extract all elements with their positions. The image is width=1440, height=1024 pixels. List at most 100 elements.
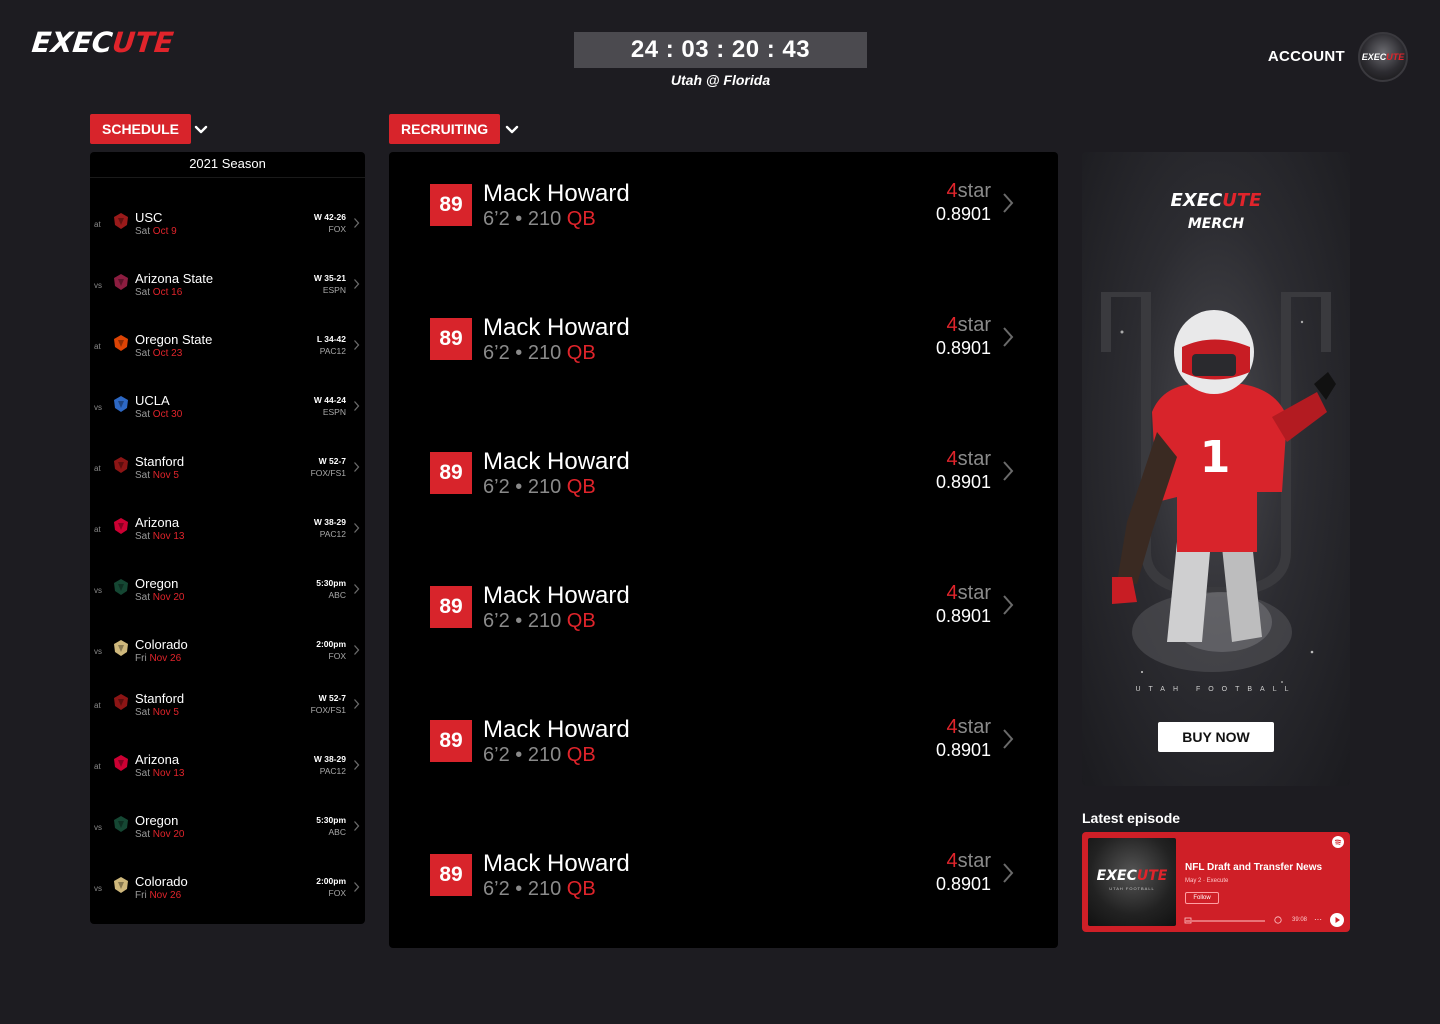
recruit-star-rating: 4star [946,716,991,738]
chevron-right-icon[interactable] [353,644,360,656]
latest-episode-label: Latest episode [1082,810,1181,826]
chevron-right-icon[interactable] [353,881,360,893]
recruit-score-badge: 89 [430,586,472,628]
stanford-icon [114,457,128,473]
chevron-right-icon[interactable] [353,820,360,832]
schedule-game-row[interactable]: vs Colorado Fri Nov 26 2:00pm FOX [90,862,365,916]
chevron-right-icon[interactable] [1002,192,1014,214]
recruit-composite-rating: 0.8901 [935,338,991,358]
download-icon[interactable] [1274,916,1282,924]
merch-ad[interactable]: EXECUTE MERCH 1 UTAH FOOTBALL BUY NOW [1082,152,1350,786]
recruit-star-rating: 4star [946,850,991,872]
schedule-tab-button[interactable]: SCHEDULE [90,114,192,144]
chevron-right-icon[interactable] [353,400,360,412]
schedule-game-row[interactable]: at Arizona Sat Nov 13 W 38-29 PAC12 [90,503,365,557]
recruit-row[interactable]: 89 Mack Howard 6’2 • 210 QB 4star 0.8901 [389,578,1058,638]
recruit-measurables: 6’2 • 210 QB [483,342,596,364]
home-away-label: vs [94,647,102,656]
home-away-label: at [94,342,101,351]
schedule-chevron-down-icon[interactable] [194,122,208,136]
schedule-game-row[interactable]: at Oregon State Sat Oct 23 L 34-42 PAC12 [90,320,365,374]
tv-network: FOX [328,224,346,234]
recruit-row[interactable]: 89 Mack Howard 6’2 • 210 QB 4star 0.8901 [389,176,1058,236]
recruit-composite-rating: 0.8901 [935,472,991,492]
game-date: Fri Nov 26 [135,653,182,664]
chevron-right-icon[interactable] [1002,728,1014,750]
chevron-right-icon[interactable] [353,522,360,534]
recruiting-chevron-down-icon[interactable] [505,122,519,136]
chevron-right-icon[interactable] [1002,460,1014,482]
more-options-icon[interactable]: ··· [1314,915,1322,924]
home-away-label: vs [94,281,102,290]
schedule-game-row[interactable]: at Stanford Sat Nov 5 W 52-7 FOX/FS1 [90,679,365,733]
spotify-icon[interactable] [1332,836,1344,848]
recruit-composite-rating: 0.8901 [935,740,991,760]
opponent-name: Stanford [135,691,185,706]
episode-title: NFL Draft and Transfer News [1185,862,1323,873]
episode-progress-bar[interactable] [1185,920,1265,922]
play-icon[interactable] [1330,913,1344,927]
schedule-game-row[interactable]: vs UCLA Sat Oct 30 W 44-24 ESPN [90,381,365,435]
recruit-name: Mack Howard [483,314,630,341]
recruiting-tab-button[interactable]: RECRUITING [389,114,501,144]
recruit-row[interactable]: 89 Mack Howard 6’2 • 210 QB 4star 0.8901 [389,444,1058,504]
opponent-name: Oregon State [135,332,213,347]
game-date: Sat Nov 20 [135,592,185,603]
schedule-game-row[interactable]: vs Arizona State Sat Oct 16 W 35-21 ESPN [90,259,365,313]
recruit-name: Mack Howard [483,582,630,609]
episode-subtitle: May 2 · Execute [1185,878,1229,884]
recruit-row[interactable]: 89 Mack Howard 6’2 • 210 QB 4star 0.8901 [389,712,1058,772]
avatar[interactable]: EXECUTE [1358,32,1408,82]
recruit-measurables: 6’2 • 210 QB [483,878,596,900]
tv-network: ESPN [322,407,346,417]
buy-now-button[interactable]: BUY NOW [1158,722,1274,752]
schedule-game-row[interactable]: at USC Sat Oct 9 W 42-26 FOX [90,198,365,252]
podcast-episode-card[interactable]: EXECUTE UTAH FOOTBALL NFL Draft and Tran… [1082,832,1350,932]
game-date: Sat Nov 5 [135,470,179,481]
follow-button[interactable]: Follow [1185,892,1219,904]
account-link[interactable]: ACCOUNT [1268,48,1345,65]
colorado-icon [114,640,128,656]
chevron-right-icon[interactable] [353,583,360,595]
chevron-right-icon[interactable] [353,278,360,290]
colorado-icon [114,877,128,893]
execute-logo[interactable]: EXECUTE [30,26,175,59]
chevron-right-icon[interactable] [1002,862,1014,884]
home-away-label: vs [94,884,102,893]
chevron-right-icon[interactable] [353,339,360,351]
recruit-row[interactable]: 89 Mack Howard 6’2 • 210 QB 4star 0.8901 [389,310,1058,370]
recruit-name: Mack Howard [483,180,630,207]
chevron-right-icon[interactable] [353,759,360,771]
oregon-icon [114,816,128,832]
recruit-measurables: 6’2 • 210 QB [483,610,596,632]
schedule-game-row[interactable]: vs Colorado Fri Nov 26 2:00pm FOX [90,625,365,679]
game-countdown: 24 : 03 : 20 : 43 [574,32,867,68]
arizona-icon [114,518,128,534]
chevron-right-icon[interactable] [1002,326,1014,348]
usc-icon [114,213,128,229]
recruit-score-badge: 89 [430,184,472,226]
arizona-icon [114,755,128,771]
home-away-label: at [94,525,101,534]
chevron-right-icon[interactable] [1002,594,1014,616]
schedule-panel: 2021 Season at USC Sat Oct 9 W 42-26 FOX vs Ar… [90,152,365,924]
tv-network: FOX [328,888,346,898]
schedule-game-row[interactable]: at Arizona Sat Nov 13 W 38-29 PAC12 [90,740,365,794]
merch-subtitle: MERCH [1187,216,1245,232]
chevron-right-icon[interactable] [353,698,360,710]
recruit-row[interactable]: 89 Mack Howard 6’2 • 210 QB 4star 0.8901 [389,846,1058,906]
schedule-game-row[interactable]: at Stanford Sat Nov 5 W 52-7 FOX/FS1 [90,442,365,496]
home-away-label: at [94,464,101,473]
chevron-right-icon[interactable] [353,217,360,229]
opponent-name: Arizona [135,752,180,767]
logo-text-red: UTE [110,26,176,59]
stanford-icon [114,694,128,710]
opponent-name: Arizona State [135,271,214,286]
schedule-game-row[interactable]: vs Oregon Sat Nov 20 5:30pm ABC [90,564,365,618]
tv-network: ESPN [322,285,346,295]
merch-tagline: UTAH FOOTBALL [1135,686,1297,693]
schedule-game-row[interactable]: vs Oregon Sat Nov 20 5:30pm ABC [90,801,365,855]
chevron-right-icon[interactable] [353,461,360,473]
football-player-image: 1 [1101,292,1336,683]
tv-network: PAC12 [319,766,346,776]
